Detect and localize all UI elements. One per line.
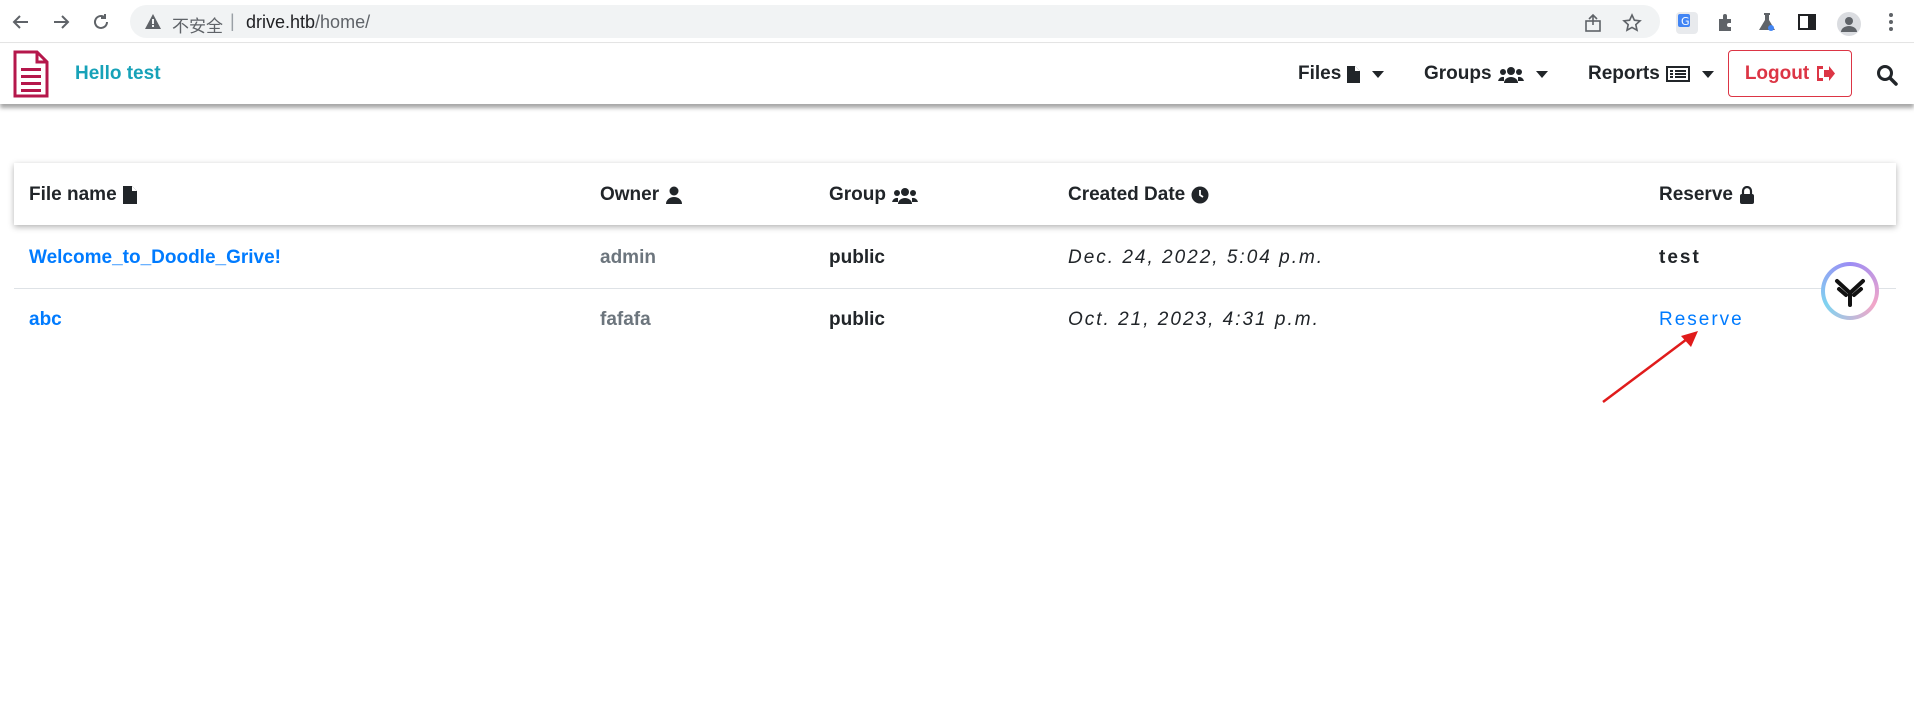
header-created-date: Created Date <box>1068 184 1209 206</box>
url-host: drive.htb <box>246 12 316 32</box>
chevron-down-icon <box>1535 70 1548 78</box>
reserved-by-cell: test <box>1659 247 1701 268</box>
assistant-floating-button[interactable] <box>1821 262 1879 320</box>
separator: | <box>230 11 235 31</box>
svg-text:G: G <box>1681 15 1690 28</box>
address-bar[interactable]: 不安全 | drive.htb/home/ <box>130 5 1660 38</box>
header-owner: Owner <box>600 184 683 206</box>
warning-icon <box>145 14 161 29</box>
side-panel-icon[interactable] <box>1796 11 1818 33</box>
security-label: 不安全 <box>172 17 223 37</box>
kebab-menu-icon[interactable] <box>1880 11 1902 33</box>
header-group-label: Group <box>829 184 886 205</box>
share-icon[interactable] <box>1583 13 1603 33</box>
header-group: Group <box>829 184 918 206</box>
back-icon[interactable] <box>8 9 34 35</box>
created-date-cell: Dec. 24, 2022, 5:04 p.m. <box>1068 247 1325 268</box>
users-icon <box>1497 66 1524 83</box>
browser-toolbar: 不安全 | drive.htb/home/ G <box>0 0 1914 43</box>
reports-menu-label: Reports <box>1588 63 1660 84</box>
user-icon <box>666 186 683 204</box>
files-menu[interactable]: Files <box>1298 63 1385 85</box>
group-cell: public <box>829 309 885 330</box>
labs-flask-icon[interactable] <box>1756 11 1778 33</box>
file-name-link[interactable]: abc <box>29 309 62 331</box>
clock-icon <box>1191 186 1209 204</box>
app-navbar: Hello test Files Groups Reports Logout <box>0 44 1914 104</box>
profile-avatar-icon[interactable] <box>1836 11 1861 36</box>
logout-label: Logout <box>1744 62 1810 84</box>
file-icon <box>122 186 137 204</box>
forward-icon[interactable] <box>48 9 74 35</box>
groups-menu[interactable]: Groups <box>1424 63 1548 85</box>
header-created-date-label: Created Date <box>1068 184 1186 205</box>
table-row: Welcome_to_Doodle_Grive! admin public De… <box>14 228 1896 289</box>
owner-cell: fafafa <box>600 309 651 330</box>
files-menu-label: Files <box>1298 63 1342 84</box>
header-owner-label: Owner <box>600 184 660 205</box>
extensions-icon[interactable] <box>1715 11 1737 33</box>
chevron-down-icon <box>1701 70 1714 78</box>
groups-menu-label: Groups <box>1424 63 1492 84</box>
search-icon[interactable] <box>1876 64 1898 86</box>
greeting[interactable]: Hello test <box>75 63 161 85</box>
table-header: File name Owner Group Created Date Reser… <box>14 163 1896 225</box>
created-date-cell: Oct. 21, 2023, 4:31 p.m. <box>1068 309 1320 330</box>
header-file-name-label: File name <box>29 184 117 205</box>
translate-icon[interactable]: G <box>1675 11 1698 34</box>
logout-button[interactable]: Logout <box>1728 50 1852 97</box>
list-alt-icon <box>1665 66 1690 82</box>
header-reserve-label: Reserve <box>1659 184 1733 205</box>
header-file-name: File name <box>29 184 137 206</box>
lock-icon <box>1739 186 1754 204</box>
chevron-down-icon <box>1372 70 1385 78</box>
sign-out-icon <box>1817 66 1836 81</box>
file-icon <box>1347 65 1361 83</box>
header-reserve: Reserve <box>1659 184 1755 206</box>
owner-cell: admin <box>600 247 656 268</box>
bookmark-star-icon[interactable] <box>1622 13 1642 33</box>
annotation-arrow-icon <box>1602 331 1698 403</box>
brand-document-icon[interactable] <box>12 50 50 98</box>
file-name-link[interactable]: Welcome_to_Doodle_Grive! <box>29 247 281 269</box>
reports-menu[interactable]: Reports <box>1588 63 1714 85</box>
group-cell: public <box>829 247 885 268</box>
assistant-logo-icon <box>1835 279 1865 307</box>
reload-icon[interactable] <box>88 9 114 35</box>
users-icon <box>892 187 918 204</box>
url-text: drive.htb/home/ <box>246 12 370 33</box>
url-path: /home/ <box>315 12 371 32</box>
